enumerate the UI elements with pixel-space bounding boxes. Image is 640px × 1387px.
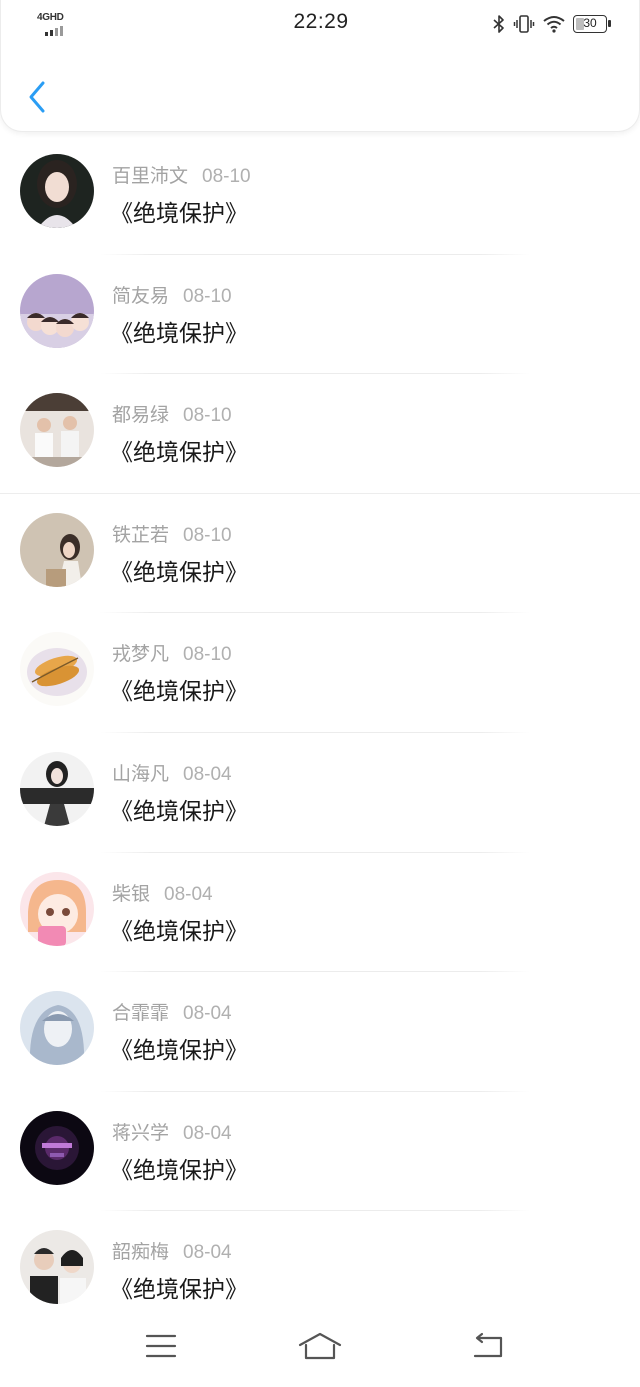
list-item[interactable]: 简友易 08-10 《绝境保护》 [0,255,640,375]
book-title: 《绝境保护》 [110,918,248,945]
reader-name: 简友易 [112,284,170,307]
reader-list: 百里沛文 08-10 《绝境保护》 简友易 08-10 《绝境保护》 都易绿 0… [0,135,640,1331]
reader-name: 铁芷若 [112,523,170,546]
book-title: 《绝境保护》 [110,679,248,706]
reader-name: 蒋兴学 [112,1121,170,1144]
reader-name: 戎梦凡 [112,643,170,666]
status-icons: 30 [493,12,611,36]
avatar [20,751,94,826]
back-button[interactable] [17,74,57,120]
read-date: 08-04 [183,1242,232,1264]
reader-name: 山海凡 [112,762,170,785]
list-item[interactable]: 蒋兴学 08-04 《绝境保护》 [0,1092,640,1212]
read-date: 08-10 [202,166,251,187]
avatar [20,991,94,1066]
avatar [20,1110,94,1185]
home-button[interactable] [290,1321,350,1371]
menu-button[interactable] [131,1321,191,1371]
reader-name: 柴银 [112,882,151,905]
book-title: 《绝境保护》 [110,440,248,467]
read-date: 08-10 [183,524,232,546]
list-item[interactable]: 都易绿 08-10 《绝境保护》 [0,374,640,494]
system-nav-bar [0,1311,640,1387]
list-item[interactable]: 百里沛文 08-10 《绝境保护》 [0,135,640,255]
battery-percent: 30 [583,16,597,30]
vibrate-icon [513,15,535,33]
book-title: 《绝境保护》 [110,1157,248,1184]
avatar [20,393,94,468]
list-item[interactable]: 铁芷若 08-10 《绝境保护》 [0,494,640,614]
back-icon [473,1332,503,1358]
battery-icon: 30 [573,15,611,33]
book-title: 《绝境保护》 [110,201,248,227]
read-date: 08-10 [183,405,232,427]
book-title: 《绝境保护》 [110,559,248,586]
avatar [20,273,94,348]
top-bar: 4GHD 22:29 30 [0,0,640,132]
reader-name: 百里沛文 [112,165,189,187]
read-date: 08-10 [183,285,232,307]
read-date: 08-04 [164,883,213,905]
wifi-icon [543,15,565,33]
avatar [20,871,94,946]
list-item[interactable]: 柴银 08-04 《绝境保护》 [0,853,640,973]
bluetooth-icon [493,15,505,33]
book-title: 《绝境保护》 [110,1038,248,1065]
reader-name: 韶痴梅 [112,1241,170,1264]
book-title: 《绝境保护》 [110,798,248,825]
list-item[interactable]: 合霏霏 08-04 《绝境保护》 [0,972,640,1092]
avatar [20,154,94,228]
menu-icon [145,1334,177,1358]
book-title: 《绝境保护》 [110,1277,248,1304]
status-bar: 4GHD 22:29 30 [1,0,640,48]
chevron-left-icon [29,81,45,113]
back-nav-button[interactable] [458,1321,518,1371]
read-date: 08-04 [183,1122,232,1144]
reader-name: 合霏霏 [112,1002,170,1025]
avatar [20,1230,94,1305]
reader-name: 都易绿 [112,404,170,427]
avatar [20,512,94,587]
list-item[interactable]: 山海凡 08-04 《绝境保护》 [0,733,640,853]
read-date: 08-10 [183,644,232,666]
read-date: 08-04 [183,1003,232,1025]
list-item[interactable]: 戎梦凡 08-10 《绝境保护》 [0,613,640,733]
home-icon [298,1332,342,1360]
book-title: 《绝境保护》 [110,320,248,347]
read-date: 08-04 [183,763,232,785]
avatar [20,632,94,707]
